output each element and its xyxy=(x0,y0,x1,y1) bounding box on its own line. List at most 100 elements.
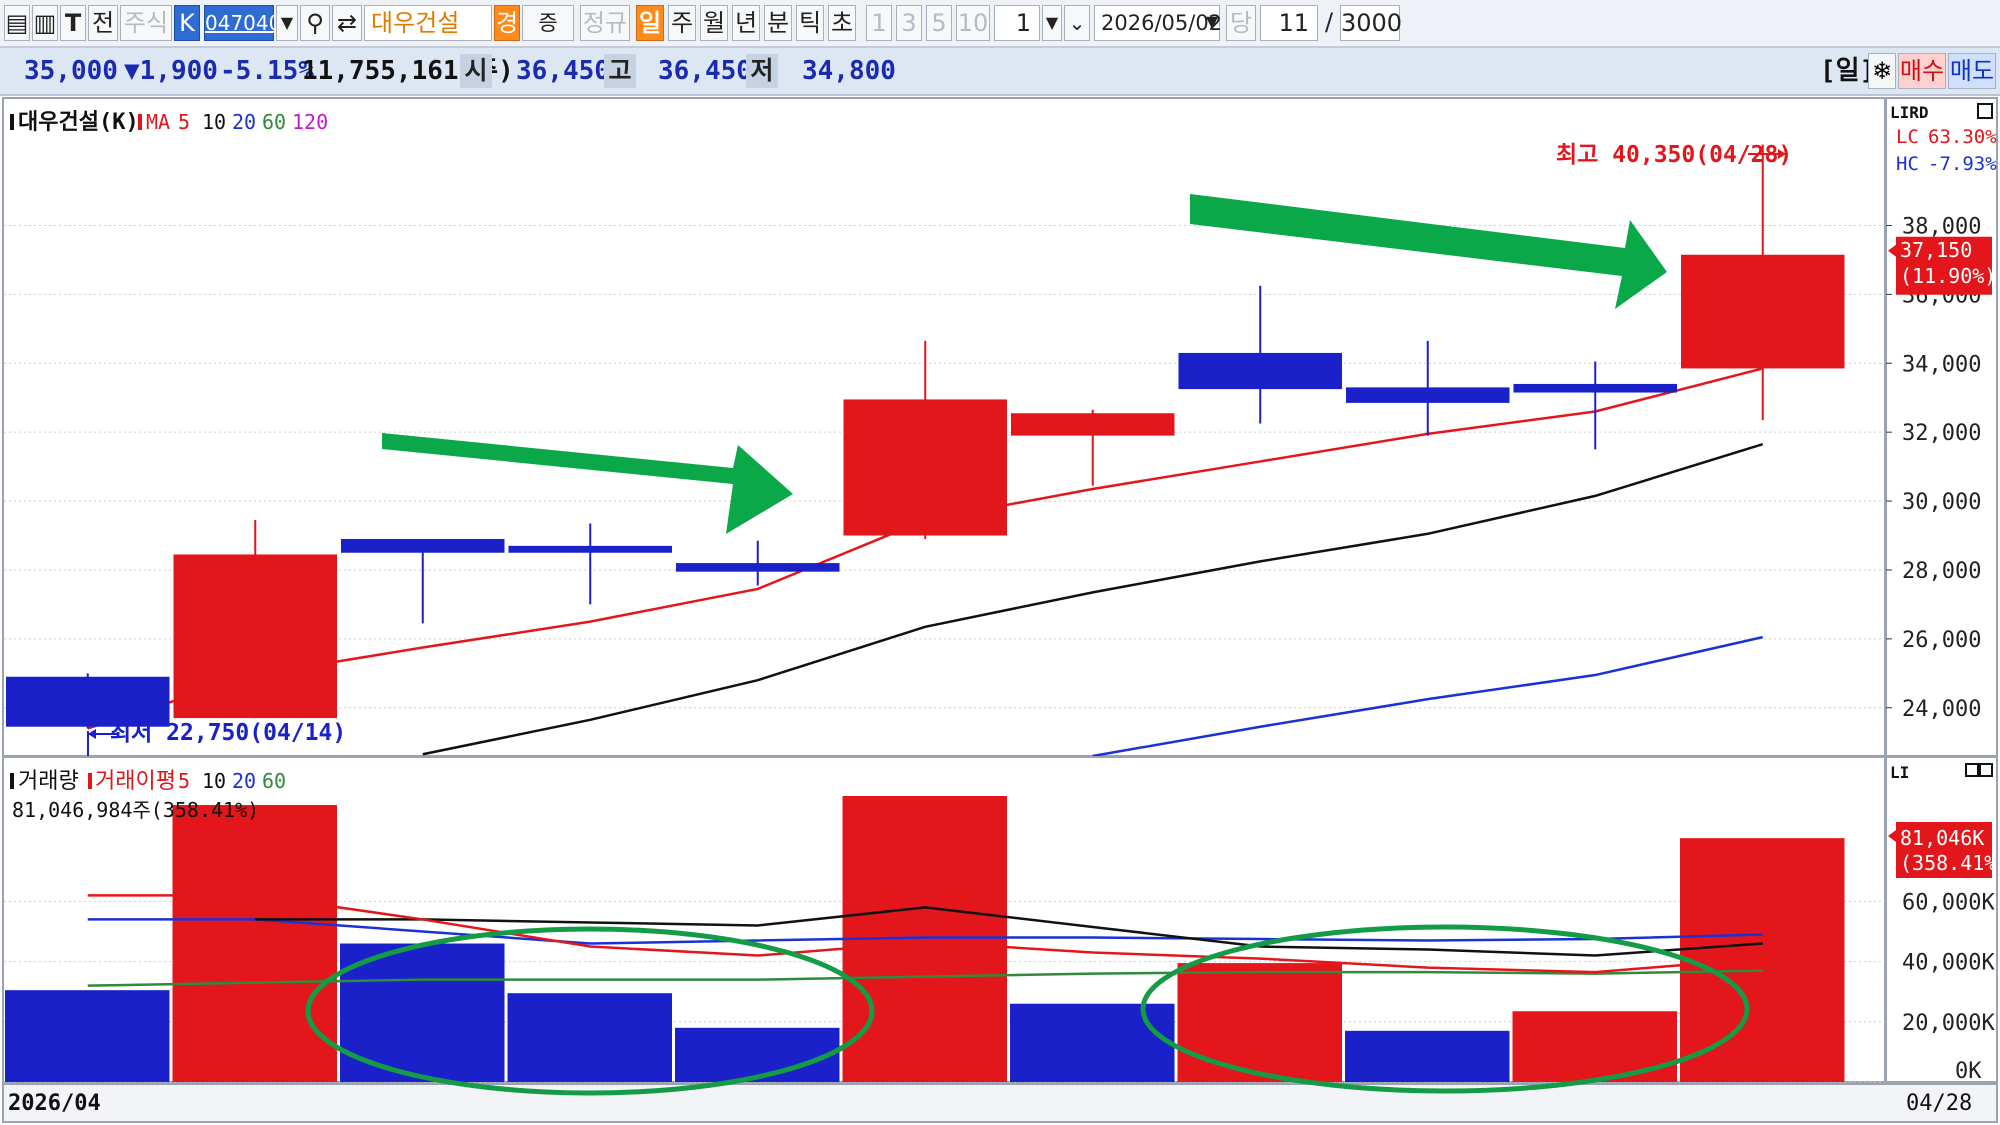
layout2-icon[interactable]: ▥ xyxy=(32,5,58,41)
hc-label: HC xyxy=(1896,153,1919,175)
price-tick-label: 26,000 xyxy=(1902,628,1981,653)
volume-bar xyxy=(1177,963,1342,1082)
volume-tick-label: 20,000K xyxy=(1902,1011,1995,1036)
stock-chart: 대우건설(K) MA 5 10 20 60 120 최고 40,350(04/2… xyxy=(2,97,2000,1123)
high-price: 36,450 xyxy=(658,56,752,86)
text-tool-button[interactable]: T xyxy=(60,5,86,41)
current-button[interactable]: 당 xyxy=(1226,5,1256,41)
candle-body xyxy=(1011,413,1175,436)
vol-ma5-legend: 5 xyxy=(178,769,190,793)
chevron-down-icon[interactable]: ⌄ xyxy=(1064,5,1090,41)
period-month-button[interactable]: 월 xyxy=(700,5,728,41)
candle-body xyxy=(1681,254,1845,369)
volume-summary: 81,046,984주(358.41%) xyxy=(12,798,259,822)
volume-axis-tag: LI xyxy=(1890,763,1909,782)
date-dropdown-icon[interactable]: ▼ xyxy=(1202,5,1222,41)
candle-body xyxy=(1346,387,1510,403)
ma5-legend: 5 xyxy=(178,110,190,134)
chart-title: 대우건설(K) xyxy=(18,110,139,135)
interval-input[interactable]: 1 xyxy=(994,5,1040,41)
trade-volume: 11,755,161(주) xyxy=(302,56,514,86)
vol-ma60-legend: 60 xyxy=(262,769,286,793)
settings-icon[interactable]: ❄ xyxy=(1868,53,1896,89)
period-indicator: [일] xyxy=(1820,56,1876,86)
stock-type-button[interactable]: 주식 xyxy=(120,5,172,41)
price-tick-label: 34,000 xyxy=(1902,352,1981,377)
candle-body xyxy=(1513,383,1677,393)
candle-body xyxy=(1178,352,1342,390)
interval-3-button[interactable]: 3 xyxy=(896,5,922,41)
ma120-legend: 120 xyxy=(292,110,328,134)
warning-badge: 경 xyxy=(494,5,520,41)
low-price: 34,800 xyxy=(802,56,896,86)
volume-tick-label: 0K xyxy=(1955,1059,1982,1084)
volume-bar xyxy=(507,993,672,1082)
candle-body xyxy=(173,554,337,719)
regular-session-button[interactable]: 정규 xyxy=(580,5,630,41)
candle-body xyxy=(676,563,840,572)
volume-bar xyxy=(1680,838,1845,1082)
period-day-button[interactable]: 일 xyxy=(636,5,664,41)
vol-ma10-legend: 10 xyxy=(202,769,226,793)
total-input[interactable]: 3000 xyxy=(1340,5,1402,41)
search-icon[interactable]: ⚲ xyxy=(300,5,330,41)
time-axis xyxy=(2,1083,1998,1123)
period-second-button[interactable]: 초 xyxy=(828,5,856,41)
time-axis-left-label: 2026/04 xyxy=(8,1091,101,1116)
count-input[interactable]: 11 xyxy=(1260,5,1318,41)
k-button[interactable]: K xyxy=(174,5,200,41)
volume-tick-label: 40,000K xyxy=(1902,951,1995,976)
price-tick-label: 38,000 xyxy=(1902,214,1981,239)
code-dropdown-icon[interactable]: ▼ xyxy=(276,5,298,41)
axis-tag: LIRD xyxy=(1890,103,1929,122)
volume-bar xyxy=(1010,1003,1175,1082)
toolbar: ▤ ▥ T 전 주식 K 047040 ▼ ⚲ ⇄ 대우건설 경 증100 정규… xyxy=(0,0,2000,69)
price-tick-label: 28,000 xyxy=(1902,559,1981,584)
low-annotation: 최저 22,750(04/14) xyxy=(110,720,346,746)
lc-value: 63.30% xyxy=(1928,126,1997,148)
layout-icon[interactable]: ▤ xyxy=(4,5,30,41)
count-separator: / xyxy=(1324,8,1334,36)
buy-button[interactable]: 매수 xyxy=(1898,53,1946,89)
volume-ma-label: 거래이평 xyxy=(95,769,176,794)
interval-1-button[interactable]: 1 xyxy=(866,5,892,41)
price-change: ▼1,900 xyxy=(124,56,218,86)
volume-bar xyxy=(675,1027,840,1082)
open-label: 시 xyxy=(460,54,492,88)
price-change-pct: -5.15% xyxy=(220,56,314,86)
volume-title: 거래량 xyxy=(18,769,79,794)
period-year-button[interactable]: 년 xyxy=(732,5,760,41)
sell-button[interactable]: 매도 xyxy=(1948,53,1996,89)
refresh-icon[interactable]: ⇄ xyxy=(332,5,362,41)
current-volume-pct: (358.41%) xyxy=(1900,851,2000,875)
price-tick-label: 30,000 xyxy=(1902,490,1981,515)
low-label: 저 xyxy=(746,54,778,88)
volume-bar xyxy=(1512,1011,1677,1082)
stock-name-field[interactable]: 대우건설 xyxy=(364,5,492,41)
ma10-legend: 10 xyxy=(202,110,226,134)
volume-bar xyxy=(5,990,170,1082)
current-volume-label: 81,046K xyxy=(1900,826,1984,850)
interval-10-button[interactable]: 10 xyxy=(956,5,990,41)
volume-tick-label: 60,000K xyxy=(1902,890,1995,915)
interval-5-button[interactable]: 5 xyxy=(926,5,952,41)
price-tick-label: 24,000 xyxy=(1902,697,1981,722)
open-price: 36,450 xyxy=(516,56,610,86)
price-bar: 35,000 ▼1,900 -5.15% 11,755,161(주) 시 36,… xyxy=(0,48,2000,96)
period-tick-button[interactable]: 틱 xyxy=(796,5,824,41)
vol-ma20-legend: 20 xyxy=(232,769,256,793)
lc-label: LC xyxy=(1896,126,1919,148)
ma20-legend: 20 xyxy=(232,110,256,134)
current-price-pct: (11.90%) xyxy=(1900,264,1996,288)
current-price: 35,000 xyxy=(24,56,118,86)
interval-dropdown-icon[interactable]: ▼ xyxy=(1042,5,1062,41)
volume-bar xyxy=(172,805,337,1082)
time-axis-right-label: 04/28 xyxy=(1906,1091,1972,1116)
volume-bar xyxy=(1345,1030,1510,1082)
high-label: 고 xyxy=(604,54,636,88)
price-tick-label: 32,000 xyxy=(1902,421,1981,446)
period-week-button[interactable]: 주 xyxy=(668,5,696,41)
period-minute-button[interactable]: 분 xyxy=(764,5,792,41)
stock-code-input[interactable]: 047040 xyxy=(204,5,281,41)
all-button[interactable]: 전 xyxy=(88,5,118,41)
